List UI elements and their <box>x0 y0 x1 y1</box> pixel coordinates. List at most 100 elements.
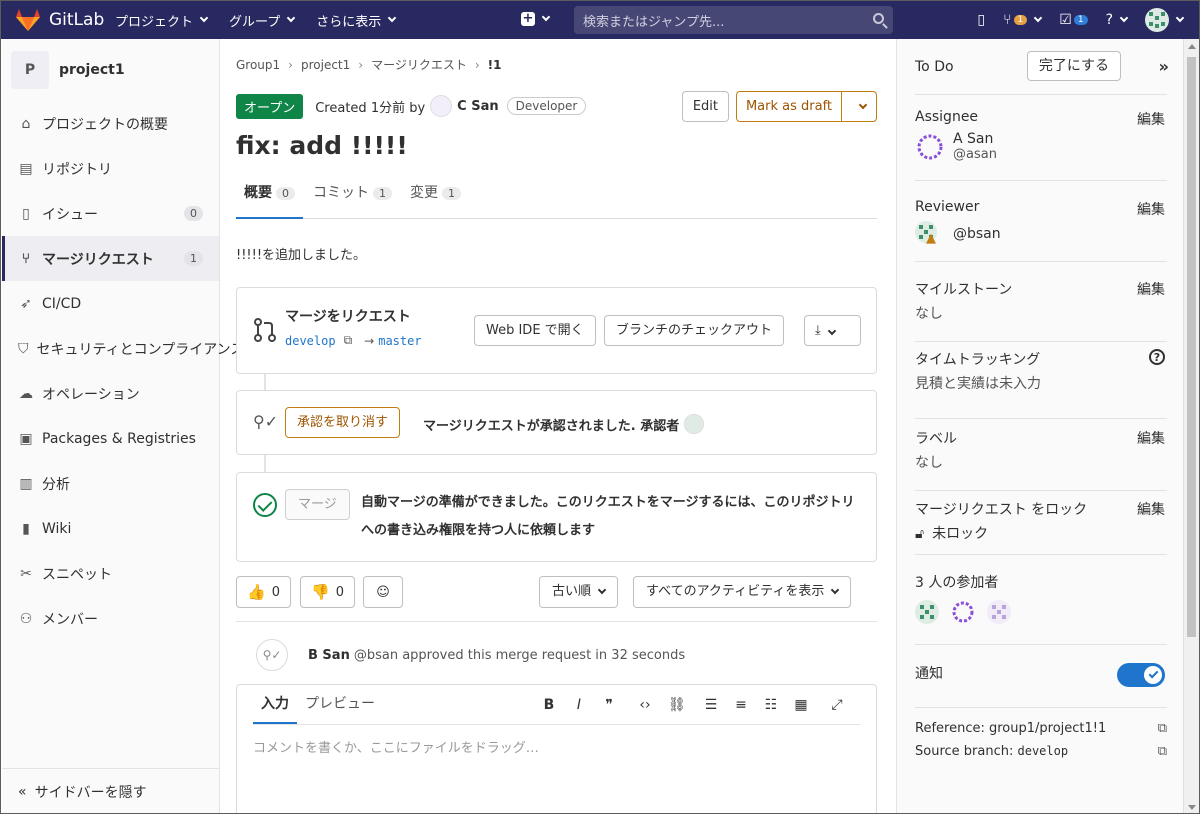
time-tracking-value: 見積と実績は未入力 <box>915 376 1041 392</box>
comment-input[interactable]: コメントを書くか、ここにファイルをドラッグ… <box>253 737 539 756</box>
help-icon[interactable]: ? <box>1149 349 1165 365</box>
assignee-name: A San <box>953 131 994 147</box>
download-dropdown[interactable]: ⤓ <box>804 315 861 346</box>
quote-icon[interactable]: ❞ <box>602 697 616 713</box>
reviewer-person[interactable]: ▲ @bsan <box>915 221 1167 247</box>
new-menu-button[interactable]: + <box>521 12 551 26</box>
merge-button[interactable]: マージ <box>285 489 350 520</box>
code-icon[interactable]: ‹› <box>638 697 652 713</box>
issues-count-badge: 0 <box>184 206 203 221</box>
nav-groups[interactable]: グループ <box>229 11 296 30</box>
search-input[interactable]: 検索またはジャンプ先... <box>574 6 893 34</box>
mark-as-draft-button[interactable]: Mark as draft <box>736 91 877 122</box>
mark-done-button[interactable]: 完了にする <box>1026 51 1121 81</box>
open-web-ide-button[interactable]: Web IDE で開く <box>474 315 596 346</box>
sidebar-item-wiki[interactable]: ▮ Wiki <box>2 506 219 551</box>
sidebar-item-operations[interactable]: ☁ オペレーション <box>2 371 219 416</box>
author-avatar[interactable] <box>430 95 453 117</box>
scroll-down-icon[interactable] <box>1188 805 1196 810</box>
edit-reviewer-link[interactable]: 編集 <box>1137 199 1165 219</box>
copy-reference-icon[interactable]: ⧉ <box>1158 721 1167 736</box>
todo-count-badge: 1 <box>1073 15 1088 25</box>
tab-changes[interactable]: 変更 1 <box>402 177 469 219</box>
participant-avatar[interactable] <box>951 600 975 624</box>
edit-milestone-link[interactable]: 編集 <box>1137 279 1165 299</box>
thumbs-down-button[interactable]: 👎 0 <box>300 576 355 608</box>
approver-avatar[interactable] <box>684 414 705 434</box>
mr-count-badge: 1 <box>1013 15 1028 25</box>
fullscreen-icon[interactable]: ⤢ <box>830 697 844 713</box>
todos-shortcut[interactable]: ☑ 1 <box>1059 12 1088 28</box>
notifications-toggle[interactable] <box>1117 663 1165 687</box>
sidebar-item-members[interactable]: ⚇ メンバー <box>2 596 219 641</box>
help-icon: ? <box>1105 12 1113 28</box>
edit-button[interactable]: Edit <box>681 91 729 122</box>
scroll-thumb[interactable] <box>1187 57 1196 637</box>
copy-icon[interactable]: ⧉ <box>344 333 353 348</box>
sidebar-item-security[interactable]: ⛉ セキュリティとコンプライアンス <box>2 326 244 371</box>
author-name[interactable]: C San <box>457 99 498 114</box>
crumb-group[interactable]: Group1 <box>236 58 280 72</box>
draft-dropdown-toggle[interactable] <box>842 92 876 121</box>
activity-filter-dropdown[interactable]: すべてのアクティビティを表示 <box>633 576 852 608</box>
sidebar-item-merge-requests[interactable]: ⑂ マージリクエスト 1 <box>2 236 219 281</box>
hide-sidebar-button[interactable]: « サイドバーを隠す <box>2 768 220 813</box>
table-icon[interactable]: ▦ <box>794 697 808 713</box>
tab-commits[interactable]: コミット 1 <box>305 177 400 219</box>
crumb-mr-id[interactable]: !1 <box>488 58 502 72</box>
assignee-person[interactable]: A San @asan <box>915 131 1167 162</box>
revoke-approval-button[interactable]: 承認を取り消す <box>285 407 401 438</box>
thumbs-up-button[interactable]: 👍 0 <box>236 576 291 608</box>
participants-list <box>915 600 1167 624</box>
gitlab-logo[interactable]: GitLab <box>15 8 115 32</box>
tab-overview[interactable]: 概要 0 <box>236 177 303 219</box>
sidebar-item-packages[interactable]: ▣ Packages & Registries <box>2 416 219 461</box>
nav-more[interactable]: さらに表示 <box>316 11 397 30</box>
sidebar-item-snippets[interactable]: ✂ スニペット <box>2 551 219 596</box>
numbered-list-icon[interactable]: ≡ <box>734 697 748 713</box>
top-navbar: GitLab プロジェクト グループ さらに表示 + 検索またはジャンプ先...… <box>1 1 1199 39</box>
sort-order-dropdown[interactable]: 古い順 <box>539 576 619 608</box>
scrollbar[interactable] <box>1183 39 1199 813</box>
collapse-sidebar-icon[interactable]: » <box>1159 57 1169 76</box>
link-icon[interactable]: ⛓ <box>668 697 686 713</box>
bullet-list-icon[interactable]: ☰ <box>704 697 718 713</box>
help-menu[interactable]: ? <box>1105 12 1129 28</box>
participant-avatar[interactable] <box>987 600 1011 624</box>
approval-icon: ⚲✓ <box>253 412 279 431</box>
source-branch-link[interactable]: develop <box>285 334 336 348</box>
project-header[interactable]: P project1 <box>2 39 219 101</box>
sidebar-item-issues[interactable]: ▯ イシュー 0 <box>2 191 219 236</box>
task-list-icon[interactable]: ☷ <box>764 697 778 713</box>
edit-lock-link[interactable]: 編集 <box>1137 499 1165 519</box>
nav-projects[interactable]: プロジェクト <box>115 11 209 30</box>
right-sidebar: To Do 完了にする » Assignee 編集 A San @asan Re… <box>896 39 1185 813</box>
scroll-up-icon[interactable] <box>1188 44 1196 49</box>
target-branch-link[interactable]: master <box>378 334 421 348</box>
sidebar-item-repository[interactable]: ▤ リポジトリ <box>2 146 219 191</box>
mr-count-badge: 1 <box>184 251 203 266</box>
checkout-branch-button[interactable]: ブランチのチェックアウト <box>604 315 785 346</box>
edit-assignee-link[interactable]: 編集 <box>1137 109 1165 129</box>
todo-icon: ☑ <box>1059 12 1072 28</box>
edit-labels-link[interactable]: 編集 <box>1137 428 1165 448</box>
merge-requests-shortcut[interactable]: ⑂ 1 <box>1003 12 1043 28</box>
copy-branch-icon[interactable]: ⧉ <box>1158 744 1167 759</box>
user-menu[interactable] <box>1145 8 1185 32</box>
activity-filter-label: すべてのアクティビティを表示 <box>646 584 825 599</box>
sidebar-item-overview[interactable]: ⌂ プロジェクトの概要 <box>2 101 219 146</box>
italic-icon[interactable]: I <box>572 697 586 713</box>
sidebar-item-label: オペレーション <box>42 386 140 403</box>
add-reaction-button[interactable]: ☺ <box>363 576 403 608</box>
bold-icon[interactable]: B <box>542 697 556 713</box>
sidebar-item-cicd[interactable]: ➶ CI/CD <box>2 281 219 326</box>
activity-user[interactable]: B San <box>308 648 350 663</box>
sidebar-item-analytics[interactable]: ▥ 分析 <box>2 461 219 506</box>
time-tracking-block: タイムトラッキング ? 見積と実績は未入力 <box>915 349 1167 419</box>
tab-preview[interactable]: プレビュー <box>297 685 383 724</box>
participant-avatar[interactable] <box>915 600 939 624</box>
tab-write[interactable]: 入力 <box>253 685 297 724</box>
crumb-merge-requests[interactable]: マージリクエスト <box>371 56 467 73</box>
crumb-project[interactable]: project1 <box>301 58 350 72</box>
issues-shortcut[interactable]: ▯ <box>977 12 985 28</box>
